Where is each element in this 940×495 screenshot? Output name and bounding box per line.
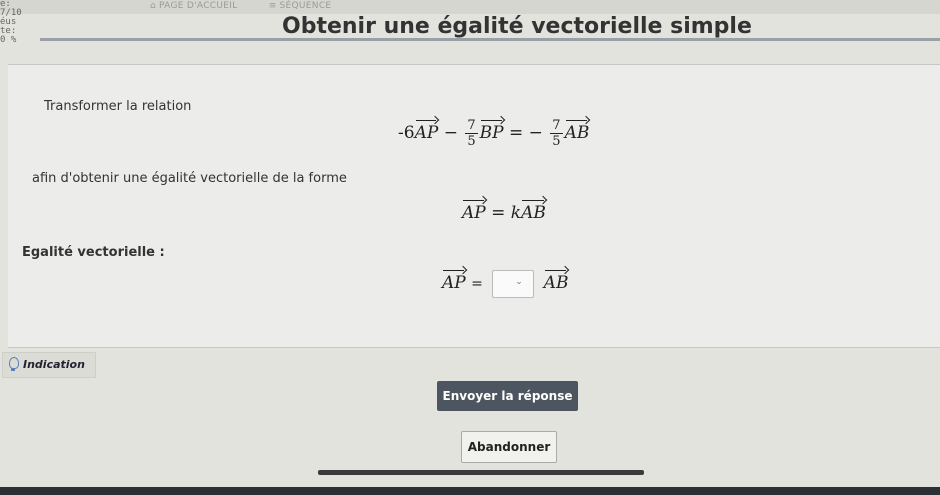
answer-label: Egalité vectorielle : [22,245,165,260]
equals-sign: = [491,203,506,223]
exercise-panel: Transformer la relation -6AP − 7 5 BP = − … [8,64,940,348]
bottom-scroll-indicator [318,470,644,475]
coefficient-select[interactable]: ⌄ [492,269,535,298]
vector-ap: AP [462,197,486,223]
bottom-edge [0,487,940,495]
vector-ab: AB [544,267,568,293]
fraction-1: 75 [465,118,478,149]
side-fragment-text: 0 % [0,35,17,45]
answer-equation: AP = ⌄ AB [442,267,568,298]
top-nav-bar [0,0,940,14]
fraction-numerator: 7 [550,118,563,134]
goal-text: afin d'obtenir une égalité vectorielle d… [32,171,347,186]
vector-ab: AB [521,197,546,223]
coefficient-k: k [510,203,522,223]
chevron-down-icon: ⌄ [515,276,523,287]
fraction-numerator: 7 [465,118,478,134]
fraction-2: 75 [550,118,563,149]
lightbulb-icon [9,357,19,371]
vector-ab: AB [565,117,589,143]
target-equation: AP = kAB [462,197,546,223]
vector-bp: BP [480,117,504,143]
home-icon: ⌂ [150,1,157,11]
page-title: Obtenir une égalité vectorielle simple [282,14,752,39]
hint-button[interactable]: Indication [2,352,96,378]
coef-1: -6 [398,123,415,143]
submit-answer-button[interactable]: Envoyer la réponse [437,381,578,411]
fraction-denominator: 5 [467,134,476,149]
abandon-button[interactable]: Abandonner [461,431,557,463]
equals-sign: = [471,276,483,292]
breadcrumb: ⌂ PAGE D'ACCUEIL ≡ SÉQUENCE [150,1,359,11]
relation-equation: -6AP − 7 5 BP = − 7 5 AB [398,117,589,149]
fraction-denominator: 5 [552,134,561,149]
minus-sign: − [443,123,458,143]
hint-label: Indication [23,358,85,371]
vector-ap: AP [442,267,466,293]
breadcrumb-section[interactable]: ≡ SÉQUENCE [269,1,346,11]
equals-minus: = − [508,123,543,143]
vector-ap: AP [415,117,438,143]
breadcrumb-home[interactable]: ⌂ PAGE D'ACCUEIL [150,1,255,11]
intro-text: Transformer la relation [44,99,192,114]
side-progress-fragment: e: 7/10 éus te: 0 % [0,0,40,70]
list-icon: ≡ [268,1,277,11]
